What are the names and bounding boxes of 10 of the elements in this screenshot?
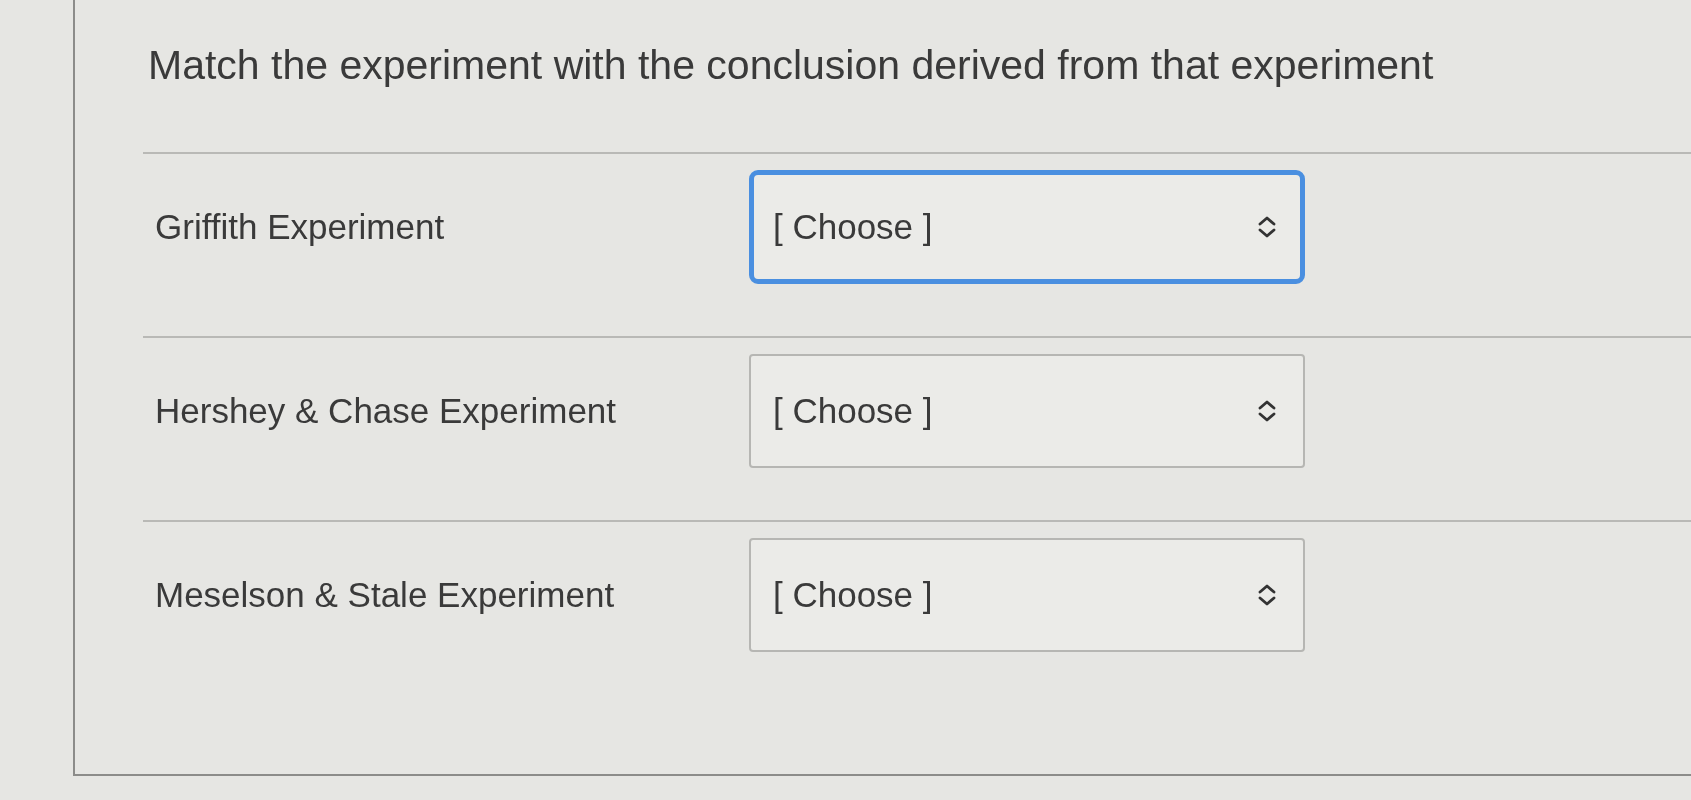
choose-dropdown[interactable]: [ Choose ] — [749, 170, 1305, 284]
experiment-label: Meselson & Stale Experiment — [154, 575, 616, 615]
choose-dropdown[interactable]: [ Choose ] — [749, 538, 1305, 652]
experiment-label: Griffith Experiment — [154, 207, 446, 247]
chevron-up-down-icon — [1257, 400, 1277, 422]
experiment-label: Hershey & Chase Experiment — [154, 391, 618, 431]
chevron-up-down-icon — [1257, 584, 1277, 606]
question-prompt: Match the experiment with the conclusion derived from that experiment — [148, 42, 1434, 88]
chevron-up-down-icon — [1257, 216, 1277, 238]
choose-dropdown[interactable]: [ Choose ] — [749, 354, 1305, 468]
